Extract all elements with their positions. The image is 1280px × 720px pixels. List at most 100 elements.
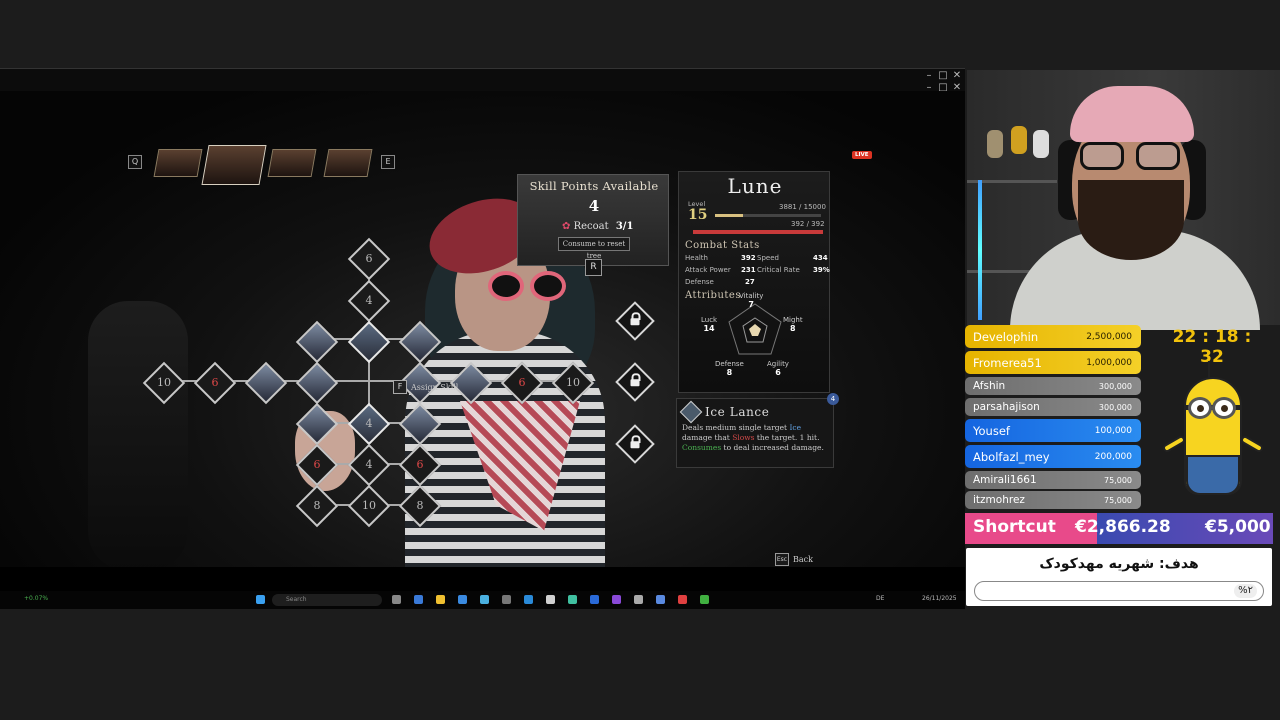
combat-stats-title: Combat Stats <box>685 240 760 251</box>
taskbar-app-icon[interactable] <box>502 595 511 604</box>
locked-node-lock-icon[interactable] <box>615 301 655 341</box>
taskbar-app-icon[interactable] <box>612 595 621 604</box>
skill-node-unlocked[interactable] <box>347 320 391 364</box>
skill-node[interactable]: 4 <box>347 279 391 323</box>
donor-name: Yousef <box>973 423 1010 438</box>
character-name: Lune <box>727 174 783 198</box>
streamer-beard <box>1078 180 1184 260</box>
taskbar-app-icon[interactable] <box>590 595 599 604</box>
donor-name: itzmohrez <box>973 494 1025 506</box>
game-window: – □ ✕ – □ ✕ Q E 6 4 10 6 6 10 4 6 4 6 8 … <box>0 68 965 600</box>
hp-text: 392 / 392 <box>791 220 825 228</box>
game-viewport: Q E 6 4 10 6 6 10 4 6 4 6 8 10 8 F Assig… <box>0 91 965 567</box>
skill-node[interactable]: 6 <box>193 361 237 405</box>
donation-amount: 75,000 <box>1104 475 1132 485</box>
esc-key: Esc <box>775 553 789 566</box>
goal-current: €2,866.28 <box>1075 517 1171 537</box>
stat-attack-power: Attack Power 231 <box>685 266 756 274</box>
ability-name: Ice Lance <box>705 405 770 419</box>
stat-critical-rate: Critical Rate 39% <box>757 266 830 274</box>
recoat-icon: ✿ <box>562 221 571 232</box>
taskbar-app-icon[interactable] <box>524 595 533 604</box>
donation-row: Fromerea51 1,000,000 <box>965 351 1141 374</box>
taskbar-app-icon[interactable] <box>568 595 577 604</box>
party-portrait-3[interactable] <box>267 149 317 177</box>
party-portrait-4[interactable] <box>323 149 373 177</box>
xp-text: 3881 / 15000 <box>779 203 826 211</box>
donation-amount: 200,000 <box>1094 451 1132 462</box>
taskbar-app-icon[interactable] <box>480 595 489 604</box>
taskbar-app-icon[interactable] <box>458 595 467 604</box>
taskbar-app-icon[interactable] <box>436 595 445 604</box>
skill-node[interactable]: 10 <box>347 484 391 528</box>
side-character-figure <box>88 301 188 567</box>
taskbar-app-icon[interactable] <box>700 595 709 604</box>
goal-label: Shortcut <box>973 517 1056 537</box>
donation-amount: 300,000 <box>1098 381 1132 391</box>
attributes-title: Attributes <box>685 290 741 301</box>
skill-points-panel: Skill Points Available 4 ✿ Recoat 3/1 Co… <box>517 174 669 266</box>
donation-row: Amirali1661 75,000 <box>965 471 1141 489</box>
skill-node-unlocked[interactable] <box>244 361 288 405</box>
donation-row: Yousef 100,000 <box>965 419 1141 442</box>
reset-tree-key[interactable]: R <box>585 259 602 276</box>
xp-bar-fill <box>715 214 743 217</box>
skill-node-unlocked[interactable] <box>295 320 339 364</box>
start-icon[interactable] <box>256 595 265 604</box>
donor-name: Amirali1661 <box>973 474 1037 486</box>
live-badge: LIVE <box>852 151 872 159</box>
figure-toy <box>987 130 1003 158</box>
attribute-luck: Luck 14 <box>701 316 718 333</box>
minion-arm-left <box>1161 434 1187 454</box>
figure-toy <box>1011 126 1027 154</box>
donation-amount: 75,000 <box>1104 495 1132 505</box>
donation-amount: 1,000,000 <box>1086 357 1132 368</box>
assign-skill-tooltip[interactable]: F Assign Skill <box>393 379 458 395</box>
taskbar-app-icon[interactable] <box>634 595 643 604</box>
back-label: Back <box>793 555 813 564</box>
skill-node-unlocked[interactable] <box>295 361 339 405</box>
ability-cost-badge: 4 <box>827 393 839 405</box>
assign-skill-label: Assign Skill <box>411 382 459 392</box>
taskbar-app-icon[interactable] <box>678 595 687 604</box>
taskbar-language[interactable]: DE <box>876 595 884 602</box>
next-character-key[interactable]: E <box>381 155 395 169</box>
taskbar-search[interactable]: Search <box>272 594 382 606</box>
attribute-might: Might 8 <box>783 316 803 333</box>
skill-node[interactable]: 6 <box>347 237 391 281</box>
recoat-value: 3/1 <box>615 221 634 232</box>
donation-row: parsahajison 300,000 <box>965 398 1141 416</box>
donor-name: parsahajison <box>973 401 1040 413</box>
attribute-defense: Defense 8 <box>715 360 744 377</box>
skill-node[interactable]: 8 <box>295 484 339 528</box>
goal-percent: %۲ <box>1234 584 1257 598</box>
ability-description: Deals medium single target Ice damage th… <box>682 423 824 452</box>
hp-bar <box>693 230 823 234</box>
minion-mascot-icon <box>1158 355 1268 505</box>
taskbar-app-icon[interactable] <box>414 595 423 604</box>
figure-toy <box>1033 130 1049 158</box>
donor-name: Afshin <box>973 380 1006 392</box>
locked-node-lock-icon[interactable] <box>615 424 655 464</box>
taskbar-stock-text: +0.07% <box>24 595 49 602</box>
stat-speed: Speed 434 <box>757 254 828 262</box>
consume-reset-button[interactable]: Consume to reset tree <box>558 237 630 260</box>
prev-character-key[interactable]: Q <box>128 155 142 169</box>
streamer-glasses <box>1080 142 1184 172</box>
donation-row: itzmohrez 75,000 <box>965 491 1141 509</box>
donation-row: Develophin 2,500,000 <box>965 325 1141 348</box>
taskbar-app-icon[interactable] <box>392 595 401 604</box>
assign-skill-key: F <box>393 380 407 394</box>
locked-node-lock-icon[interactable] <box>615 362 655 402</box>
party-portrait-lune[interactable] <box>201 145 267 185</box>
donation-goal-bar: Shortcut €2,866.28 €5,000 <box>965 513 1273 544</box>
party-portrait-1[interactable] <box>153 149 203 177</box>
attribute-vitality: Vitality 7 <box>739 292 764 309</box>
back-button[interactable]: Esc Back <box>775 553 813 566</box>
taskbar-app-icon[interactable] <box>656 595 665 604</box>
donation-row: Abolfazl_mey 200,000 <box>965 445 1141 468</box>
taskbar-app-icon[interactable] <box>546 595 555 604</box>
hp-bar-fill <box>693 230 823 234</box>
character-panel: Lune Level 15 3881 / 15000 392 / 392 Com… <box>678 171 830 393</box>
goal-title: هدف: شهریه مهدکودک <box>1039 556 1199 572</box>
